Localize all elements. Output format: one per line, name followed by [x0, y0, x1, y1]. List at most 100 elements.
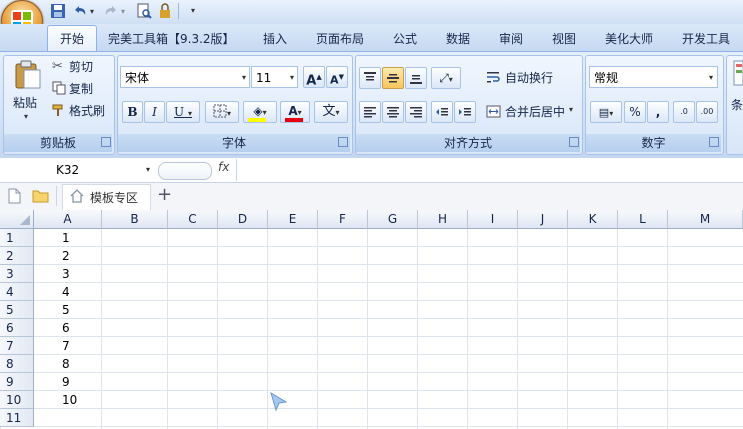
paste-button[interactable]: 粘贴 ▾ [10, 58, 44, 128]
cell-a[interactable]: 5 [34, 301, 102, 319]
tab-page-layout[interactable]: 页面布局 [314, 29, 366, 49]
tab-toolbox[interactable]: 完美工具箱【9.3.2版】 [108, 29, 235, 49]
number-format-dropdown-icon[interactable]: ▾ [709, 67, 713, 89]
select-all-corner[interactable] [0, 210, 34, 229]
cell-a[interactable]: 4 [34, 283, 102, 301]
column-header[interactable]: L [618, 210, 668, 229]
font-color-button[interactable]: A▾ [280, 101, 310, 123]
column-header[interactable]: G [368, 210, 418, 229]
number-format-select[interactable]: 常规 ▾ [589, 66, 718, 88]
column-header[interactable]: J [518, 210, 568, 229]
borders-button[interactable]: ▾ [205, 101, 239, 123]
font-launcher-icon[interactable] [338, 137, 348, 147]
comma-button[interactable]: , [647, 101, 669, 123]
bold-button[interactable]: B [122, 101, 143, 123]
align-top-button[interactable] [359, 67, 381, 89]
cell-a[interactable]: 7 [34, 337, 102, 355]
increase-decimal-button[interactable]: .0 [673, 101, 695, 123]
paste-dropdown-icon[interactable]: ▾ [24, 112, 28, 121]
row-header[interactable]: 5 [0, 301, 34, 319]
row-header[interactable]: 10 [0, 391, 34, 409]
accounting-format-button[interactable]: ▤▾ [590, 101, 622, 123]
grow-font-button[interactable]: A▲ [303, 66, 325, 88]
cell-a[interactable]: 1 [34, 229, 102, 247]
insert-function-icon[interactable]: fx [218, 160, 229, 174]
cell-a[interactable]: 2 [34, 247, 102, 265]
tab-home[interactable]: 开始 [47, 25, 97, 53]
redo-icon[interactable] [103, 3, 119, 19]
orientation-button[interactable]: ⤢▾ [431, 67, 461, 89]
tab-formulas[interactable]: 公式 [391, 29, 419, 49]
column-header[interactable]: D [218, 210, 268, 229]
tab-view[interactable]: 视图 [550, 29, 578, 49]
cell-a[interactable]: 8 [34, 355, 102, 373]
column-header[interactable]: C [168, 210, 218, 229]
italic-button[interactable]: I [144, 101, 165, 123]
font-size-select[interactable]: 11 ▾ [251, 66, 298, 88]
font-name-dropdown-icon[interactable]: ▾ [242, 67, 246, 89]
template-zone-tab[interactable]: 模板专区 [62, 184, 151, 210]
column-header[interactable]: H [418, 210, 468, 229]
increase-indent-button[interactable] [454, 101, 476, 123]
formula-bar-resize-handle[interactable] [158, 162, 212, 180]
row-header[interactable]: 9 [0, 373, 34, 391]
column-header[interactable]: K [568, 210, 618, 229]
phonetic-button[interactable]: 文▾ [314, 101, 348, 123]
cell-a[interactable]: 3 [34, 265, 102, 283]
cell-a[interactable]: 6 [34, 319, 102, 337]
folder-icon[interactable] [32, 189, 49, 206]
name-box[interactable]: K32 [0, 160, 155, 180]
clipboard-launcher-icon[interactable] [101, 137, 111, 147]
font-name-select[interactable]: 宋体 ▾ [120, 66, 250, 88]
tab-data[interactable]: 数据 [444, 29, 472, 49]
cell-a[interactable]: 9 [34, 373, 102, 391]
column-header[interactable]: I [468, 210, 518, 229]
decrease-decimal-button[interactable]: .00 [696, 101, 718, 123]
lock-icon[interactable] [157, 3, 173, 19]
add-tab-button[interactable]: + [157, 184, 172, 205]
conditional-format-icon[interactable] [733, 60, 743, 89]
column-header[interactable]: F [318, 210, 368, 229]
row-header[interactable]: 1 [0, 229, 34, 247]
merge-center-dropdown-icon[interactable]: ▾ [569, 105, 573, 114]
undo-dropdown-icon[interactable]: ▾ [90, 7, 94, 16]
name-box-dropdown-icon[interactable]: ▾ [146, 165, 150, 174]
tab-review[interactable]: 审阅 [497, 29, 525, 49]
column-header[interactable]: E [268, 210, 318, 229]
save-icon[interactable] [50, 3, 66, 19]
undo-icon[interactable] [72, 3, 88, 19]
cell-a[interactable] [34, 409, 102, 427]
shrink-font-button[interactable]: A▼ [326, 66, 348, 88]
row-header[interactable]: 4 [0, 283, 34, 301]
row-header[interactable]: 3 [0, 265, 34, 283]
align-bottom-button[interactable] [405, 67, 427, 89]
column-header[interactable]: B [102, 210, 168, 229]
align-middle-button[interactable] [382, 67, 404, 89]
row-header[interactable]: 11 [0, 409, 34, 427]
row-header[interactable]: 6 [0, 319, 34, 337]
align-left-button[interactable] [359, 101, 381, 123]
column-header[interactable]: A [34, 210, 102, 229]
fill-color-button[interactable]: ◈▾ [243, 101, 277, 123]
align-center-button[interactable] [382, 101, 404, 123]
redo-dropdown-icon[interactable]: ▾ [121, 7, 125, 16]
row-header[interactable]: 8 [0, 355, 34, 373]
column-header[interactable]: M [668, 210, 743, 229]
formula-input[interactable] [236, 159, 743, 181]
font-size-dropdown-icon[interactable]: ▾ [290, 67, 294, 89]
row-header[interactable]: 7 [0, 337, 34, 355]
percent-button[interactable]: % [624, 101, 646, 123]
alignment-launcher-icon[interactable] [569, 137, 579, 147]
customize-qa-icon[interactable]: ▾ [191, 6, 195, 15]
cell-a[interactable]: 10 [34, 391, 102, 409]
number-launcher-icon[interactable] [709, 137, 719, 147]
decrease-indent-button[interactable] [431, 101, 453, 123]
tab-insert[interactable]: 插入 [260, 29, 290, 49]
tab-developer[interactable]: 开发工具 [679, 29, 733, 49]
align-right-button[interactable] [405, 101, 427, 123]
new-document-icon[interactable] [8, 188, 21, 207]
underline-button[interactable]: U ▾ [166, 101, 200, 123]
row-header[interactable]: 2 [0, 247, 34, 265]
tab-beautify[interactable]: 美化大师 [602, 29, 656, 49]
print-preview-icon[interactable] [136, 3, 152, 19]
